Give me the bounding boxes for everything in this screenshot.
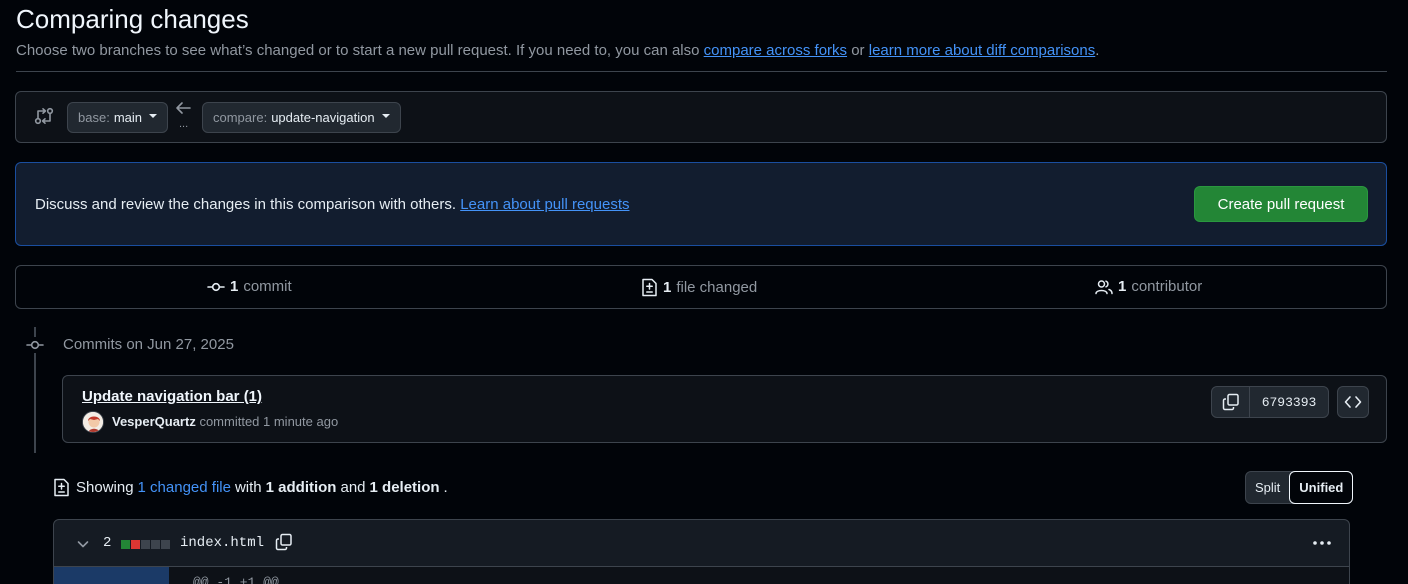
compare-forks-link[interactable]: compare across forks [704,42,847,59]
git-compare-icon [34,107,54,125]
caret-down-icon [149,114,157,118]
learn-diff-link[interactable]: learn more about diff comparisons [869,42,1096,59]
file-name-link[interactable]: index.html [180,535,264,551]
showing-label: Showing [76,479,134,496]
kebab-horizontal-icon[interactable] [1311,534,1333,552]
hunk-expand-gutter[interactable] [54,567,169,584]
deletions-count: 1 deletion [369,479,440,496]
commit-sha-group: 6793393 [1211,386,1329,418]
code-icon [1344,396,1362,408]
commit-title-link[interactable]: Update navigation bar (1) [82,388,262,405]
commits-date-heading: Commits on Jun 27, 2025 [63,336,234,353]
chevron-down-icon[interactable] [76,537,90,551]
commits-count: 1 [230,278,239,295]
compare-branch-select[interactable]: compare: update-navigation [202,102,401,133]
avatar[interactable] [82,411,104,433]
page-title: Comparing changes [16,4,249,34]
commit-action: committed 1 minute ago [195,414,339,429]
diffstat-bar [121,540,170,549]
base-value: main [113,110,142,125]
flash-text: Discuss and review the changes in this c… [35,196,461,213]
subtitle-end: . [1095,42,1100,59]
file-change-count: 2 [103,535,112,551]
commits-label: commit [243,278,292,295]
changed-files-link[interactable]: 1 changed file [138,479,231,496]
header-divider [16,71,1387,72]
file-diff-icon [54,478,69,497]
caret-down-icon [381,114,390,118]
contributors-label: contributor [1131,278,1203,295]
files-count: 1 [663,279,672,296]
subtitle-text: Choose two branches to see what’s change… [16,42,704,59]
git-commit-icon [207,282,225,291]
commit-author[interactable]: VesperQuartz [112,414,196,429]
hunk-header: @@ -1 +1 @@ [193,575,279,584]
range-dots: ... [179,118,189,130]
subtitle-or: or [847,42,869,59]
learn-pull-requests-link[interactable]: Learn about pull requests [460,196,629,213]
base-branch-select[interactable]: base: main [67,102,168,133]
diffstat-square [151,540,160,549]
base-label: base: [78,110,110,125]
files-changed-stat[interactable]: 1 file changed [641,278,757,297]
summary-end: . [443,479,448,496]
contributors-count: 1 [1118,278,1127,295]
copy-sha-button[interactable] [1212,387,1250,417]
unified-view-button[interactable]: Unified [1289,471,1354,504]
commits-stat[interactable]: 1 commit [207,278,292,295]
and-label: and [340,479,366,496]
browse-code-button[interactable] [1337,386,1369,418]
file-diff-icon [642,278,657,297]
people-icon [1095,279,1113,294]
copy-icon[interactable] [275,533,293,551]
flash-message: Discuss and review the changes in this c… [35,196,630,213]
diff-summary: Showing 1 changed file with 1 addition a… [53,478,448,497]
diff-view-toggle: Split Unified [1245,471,1354,504]
split-view-button[interactable]: Split [1246,472,1289,503]
diffstat-square [161,540,170,549]
contributors-stat[interactable]: 1 contributor [1095,278,1202,295]
compare-label: compare: [213,110,268,125]
additions-count: 1 addition [265,479,337,496]
with-label: with [234,479,262,496]
copy-icon [1222,393,1239,411]
diffstat-square [121,540,130,549]
page-subtitle: Choose two branches to see what’s change… [16,42,1099,59]
commit-sha-link[interactable]: 6793393 [1250,387,1328,417]
git-commit-icon [26,337,44,353]
commit-row [62,375,1387,443]
diffstat-square [131,540,140,549]
compare-value: update-navigation [271,110,375,125]
create-pull-request-button[interactable]: Create pull request [1194,186,1368,222]
diffstat-square [141,540,150,549]
files-label: file changed [676,279,758,296]
commit-meta: VesperQuartz committed 1 minute ago [112,414,338,429]
arrow-left-icon [176,102,191,114]
